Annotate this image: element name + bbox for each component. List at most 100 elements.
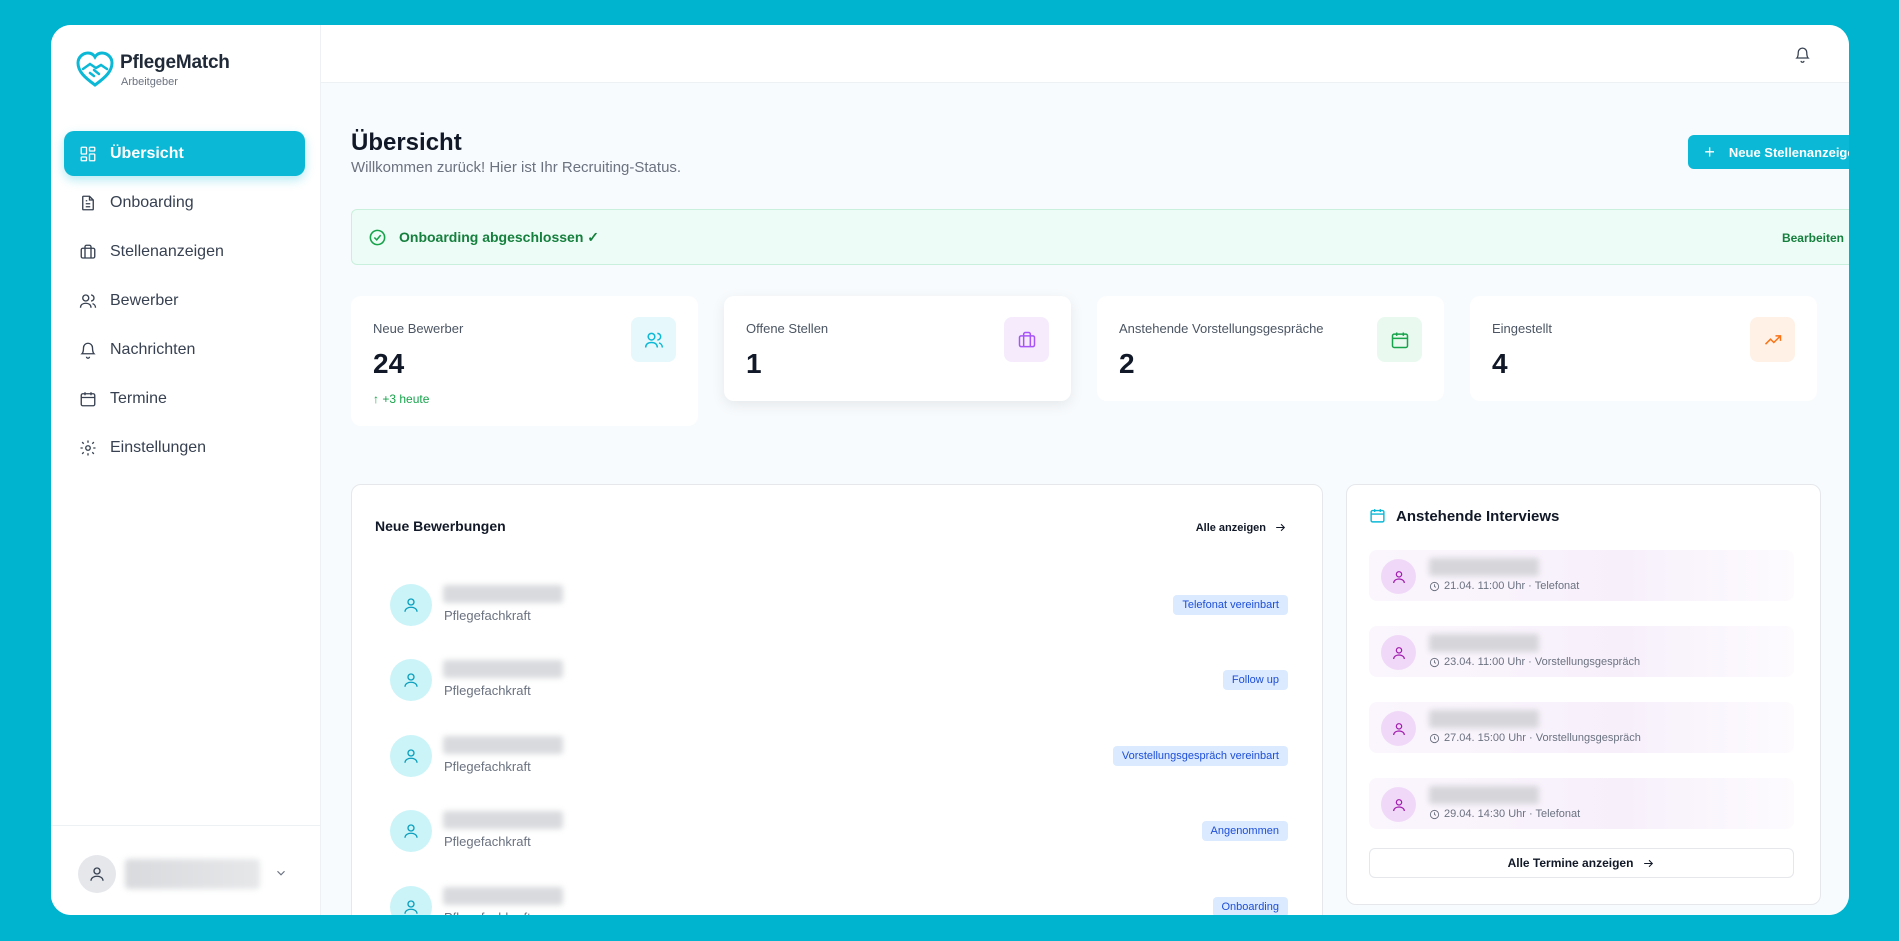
view-all-applications-link[interactable]: Alle anzeigen bbox=[1196, 521, 1287, 534]
user-icon bbox=[90, 867, 104, 881]
avatar bbox=[390, 659, 432, 701]
stat-value: 24 bbox=[373, 348, 405, 379]
interview-datetime: 21.04. 11:00 Uhr · Telefonat bbox=[1444, 580, 1580, 592]
panel-title: Neue Bewerbungen bbox=[375, 518, 506, 534]
user-icon bbox=[1392, 646, 1405, 659]
list-item[interactable]: Pflegefachkraft Follow up bbox=[388, 655, 1288, 705]
interview-item[interactable]: 21.04. 11:00 Uhr · Telefonat bbox=[1369, 550, 1794, 601]
user-icon bbox=[404, 749, 418, 763]
user-icon bbox=[1392, 570, 1405, 583]
new-job-posting-label: Neue Stellenanzeige bbox=[1728, 144, 1849, 160]
avatar bbox=[1381, 711, 1416, 746]
chevron-down-icon[interactable] bbox=[274, 866, 288, 880]
sidebar-item-einstellungen[interactable]: Einstellungen bbox=[64, 425, 305, 470]
trending-up-icon bbox=[1750, 317, 1795, 362]
interview-datetime: 23.04. 11:00 Uhr · Vorstellungsgespräch bbox=[1444, 656, 1641, 668]
stat-value: 2 bbox=[1119, 348, 1135, 379]
document-icon bbox=[82, 195, 94, 210]
gear-icon bbox=[80, 440, 96, 455]
sidebar-item-label: Termine bbox=[110, 389, 167, 407]
interview-meta: 27.04. 15:00 Uhr · Vorstellungsgespräch bbox=[1429, 732, 1641, 744]
plus-icon: + bbox=[1704, 141, 1715, 162]
list-item[interactable]: Pflegefachkraft Onboarding bbox=[388, 882, 1288, 915]
list-item[interactable]: Pflegefachkraft Angenommen bbox=[388, 806, 1288, 856]
check-circle-icon bbox=[369, 229, 386, 246]
interview-item[interactable]: 27.04. 15:00 Uhr · Vorstellungsgespräch bbox=[1369, 702, 1794, 753]
interviewee-name-redacted bbox=[1429, 710, 1539, 728]
sidebar-item-termine[interactable]: Termine bbox=[64, 376, 305, 421]
applicant-role: Pflegefachkraft bbox=[444, 910, 531, 915]
status-badge: Angenommen bbox=[1201, 821, 1288, 841]
status-badge: Vorstellungsgespräch vereinbart bbox=[1112, 746, 1288, 766]
sidebar-item-onboarding[interactable]: Onboarding bbox=[64, 180, 305, 225]
avatar bbox=[1381, 635, 1416, 670]
stat-card-upcoming-interviews[interactable]: Anstehende Vorstellungsgespräche 2 bbox=[1097, 296, 1444, 401]
interviewee-name-redacted bbox=[1429, 786, 1539, 804]
interview-meta: 29.04. 14:30 Uhr · Telefonat bbox=[1429, 808, 1580, 820]
user-name-redacted bbox=[125, 859, 260, 889]
brand-name: PflegeMatch bbox=[120, 52, 230, 73]
calendar-icon bbox=[1370, 509, 1385, 523]
new-job-posting-button[interactable]: + Neue Stellenanzeige bbox=[1688, 135, 1849, 169]
applicant-name-redacted bbox=[443, 887, 563, 905]
status-badge: Onboarding bbox=[1212, 897, 1288, 915]
interview-meta: 23.04. 11:00 Uhr · Vorstellungsgespräch bbox=[1429, 656, 1640, 668]
stat-card-hired[interactable]: Eingestellt 4 bbox=[1470, 296, 1817, 401]
onboarding-status-banner: Onboarding abgeschlossen ✓ Bearbeiten bbox=[351, 209, 1849, 265]
stat-label: Offene Stellen bbox=[746, 321, 829, 336]
bell-icon bbox=[80, 342, 96, 359]
interview-item[interactable]: 23.04. 11:00 Uhr · Vorstellungsgespräch bbox=[1369, 626, 1794, 677]
stat-label: Anstehende Vorstellungsgespräche bbox=[1119, 321, 1324, 336]
briefcase-icon bbox=[80, 244, 96, 259]
applicant-name-redacted bbox=[443, 736, 563, 754]
sidebar-item-label: Stellenanzeigen bbox=[110, 242, 224, 260]
users-icon bbox=[79, 293, 97, 308]
status-badge: Telefonat vereinbart bbox=[1173, 595, 1288, 615]
avatar bbox=[390, 584, 432, 626]
topbar bbox=[321, 25, 1849, 83]
user-icon bbox=[404, 598, 418, 612]
applicant-name-redacted bbox=[443, 811, 563, 829]
sidebar-item-uebersicht[interactable]: Übersicht bbox=[64, 131, 305, 176]
all-appointments-label: Alle Termine anzeigen bbox=[1507, 856, 1634, 870]
sidebar-item-stellenanzeigen[interactable]: Stellenanzeigen bbox=[64, 229, 305, 274]
notification-bell-icon[interactable] bbox=[1794, 46, 1811, 63]
stat-value: 1 bbox=[746, 348, 762, 379]
brand[interactable]: PflegeMatch Arbeitgeber bbox=[74, 49, 230, 91]
banner-text: Onboarding abgeschlossen ✓ bbox=[399, 229, 599, 245]
sidebar: PflegeMatch Arbeitgeber Übersicht Onboar… bbox=[51, 25, 321, 915]
upcoming-interviews-panel: Anstehende Interviews 21.04. 11:00 Uhr ·… bbox=[1346, 484, 1821, 905]
sidebar-item-label: Einstellungen bbox=[110, 438, 207, 456]
applicant-role: Pflegefachkraft bbox=[444, 834, 531, 849]
all-appointments-button[interactable]: Alle Termine anzeigen bbox=[1369, 848, 1794, 878]
clock-icon bbox=[1429, 809, 1440, 819]
clock-icon bbox=[1429, 581, 1440, 591]
sidebar-item-bewerber[interactable]: Bewerber bbox=[64, 278, 305, 323]
stat-value: 4 bbox=[1492, 348, 1508, 379]
stat-label: Neue Bewerber bbox=[373, 321, 464, 336]
applicant-role: Pflegefachkraft bbox=[444, 608, 531, 623]
avatar bbox=[1381, 787, 1416, 822]
avatar bbox=[390, 886, 432, 915]
edit-onboarding-link[interactable]: Bearbeiten bbox=[1782, 231, 1844, 245]
user-icon bbox=[1392, 798, 1405, 811]
sidebar-item-label: Onboarding bbox=[110, 193, 194, 211]
user-icon bbox=[404, 673, 418, 687]
list-item[interactable]: Pflegefachkraft Vorstellungsgespräch ver… bbox=[388, 731, 1288, 781]
view-all-label: Alle anzeigen bbox=[1195, 521, 1266, 534]
stat-card-open-positions[interactable]: Offene Stellen 1 bbox=[724, 296, 1071, 401]
arrow-right-icon bbox=[1644, 859, 1654, 867]
applicant-name-redacted bbox=[443, 585, 563, 603]
sidebar-nav: Übersicht Onboarding Stellenanzeigen Bew… bbox=[64, 131, 305, 474]
interview-item[interactable]: 29.04. 14:30 Uhr · Telefonat bbox=[1369, 778, 1794, 829]
interview-meta: 21.04. 11:00 Uhr · Telefonat bbox=[1429, 580, 1579, 592]
calendar-icon bbox=[80, 391, 96, 406]
avatar bbox=[1381, 559, 1416, 594]
sidebar-item-nachrichten[interactable]: Nachrichten bbox=[64, 327, 305, 372]
stat-card-new-applicants[interactable]: Neue Bewerber 24 ↑ +3 heute bbox=[351, 296, 698, 426]
page-title: Übersicht bbox=[351, 129, 462, 156]
main-content: Übersicht Willkommen zurück! Hier ist Ih… bbox=[321, 83, 1849, 915]
user-menu[interactable] bbox=[51, 825, 321, 915]
interviewee-name-redacted bbox=[1429, 558, 1539, 576]
list-item[interactable]: Pflegefachkraft Telefonat vereinbart bbox=[388, 580, 1288, 630]
